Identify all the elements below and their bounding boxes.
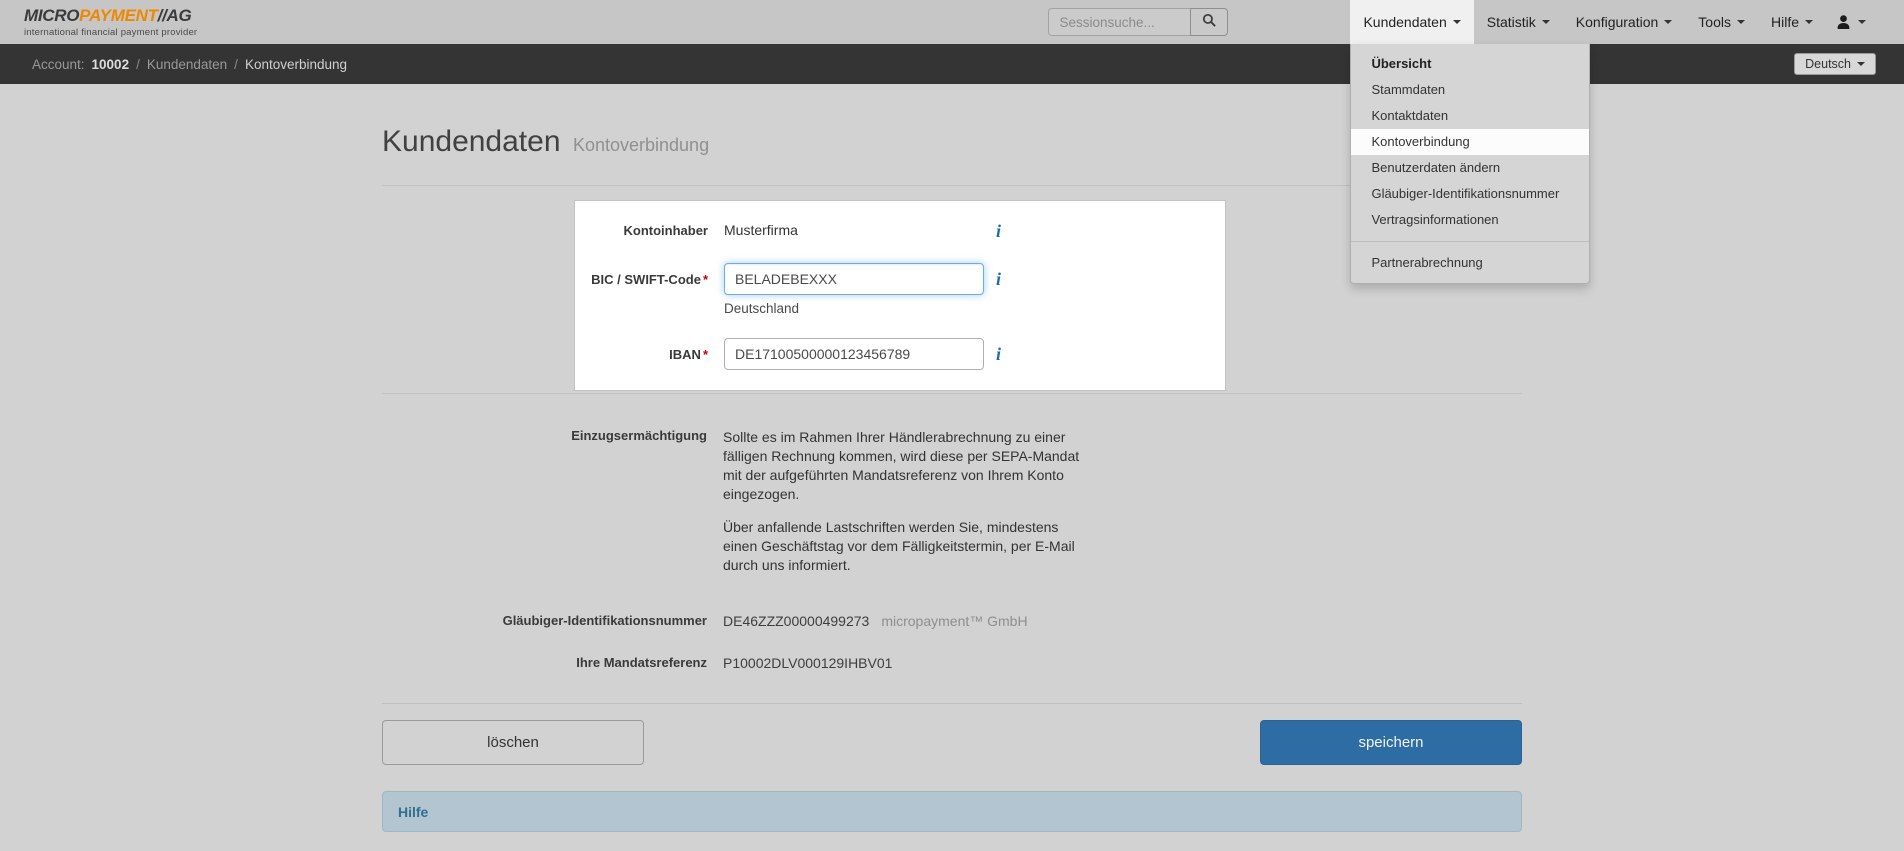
- mandatsreferenz-value: P10002DLV000129IHBV01: [723, 655, 892, 671]
- language-label: Deutsch: [1805, 57, 1851, 71]
- dropdown-item-uebersicht[interactable]: Übersicht: [1351, 51, 1589, 77]
- page-subtitle: Kontoverbindung: [573, 135, 709, 155]
- glaeubiger-id-value-group: DE46ZZZ00000499273 micropayment™ GmbH: [723, 613, 1028, 629]
- logo-part-payment: PAYMENT: [79, 6, 158, 25]
- dropdown-item-partnerabrechnung[interactable]: Partnerabrechnung: [1351, 250, 1589, 276]
- nav-item-label: Konfiguration: [1576, 14, 1659, 30]
- page-title: Kundendaten: [382, 125, 561, 158]
- logo-tagline: international financial payment provider: [24, 27, 197, 38]
- mandatsreferenz-row: Ihre Mandatsreferenz P10002DLV000129IHBV…: [382, 655, 1522, 671]
- chevron-down-icon: [1453, 20, 1461, 24]
- chevron-down-icon: [1542, 20, 1550, 24]
- chevron-down-icon: [1664, 20, 1672, 24]
- einzugsermaechtigung-label: Einzugsermächtigung: [382, 428, 707, 575]
- nav-item-tools[interactable]: Tools: [1685, 0, 1758, 44]
- dropdown-item-glaeubiger-id[interactable]: Gläubiger-Identifikationsnummer: [1351, 181, 1589, 207]
- kontoinhaber-control: Musterfirma i: [724, 221, 1001, 241]
- account-form-panel: Kontoinhaber Musterfirma i BIC / SWIFT-C…: [574, 200, 1226, 391]
- bic-control: Deutschland i: [724, 263, 1001, 316]
- mandatsreferenz-label: Ihre Mandatsreferenz: [382, 655, 707, 671]
- nav-item-hilfe[interactable]: Hilfe: [1758, 0, 1826, 44]
- search-icon: [1202, 13, 1217, 31]
- main-nav: Kundendaten Übersicht Stammdaten Kontakt…: [1350, 0, 1876, 44]
- bic-label-text: BIC / SWIFT-Code: [591, 272, 701, 287]
- nav-item-label: Statistik: [1487, 14, 1536, 30]
- einzugsermaechtigung-text: Sollte es im Rahmen Ihrer Händlerabrechn…: [723, 428, 1095, 575]
- bic-input[interactable]: [724, 263, 984, 295]
- breadcrumb-kundendaten[interactable]: Kundendaten: [147, 57, 227, 72]
- chevron-down-icon: [1858, 20, 1866, 24]
- help-panel[interactable]: Hilfe: [382, 791, 1522, 832]
- glaeubiger-id-company: micropayment™ GmbH: [881, 613, 1027, 629]
- nav-item-label: Tools: [1698, 14, 1731, 30]
- kontoinhaber-row: Kontoinhaber Musterfirma i: [575, 221, 1205, 241]
- language-selector[interactable]: Deutsch: [1794, 53, 1876, 75]
- einzugsermaechtigung-row: Einzugsermächtigung Sollte es im Rahmen …: [382, 428, 1522, 575]
- iban-label: IBAN*: [575, 338, 708, 370]
- kontoinhaber-value: Musterfirma: [724, 221, 984, 238]
- einzugsermaechtigung-paragraph-2: Über anfallende Lastschriften werden Sie…: [723, 518, 1095, 575]
- divider: [382, 393, 1522, 394]
- dropdown-item-benutzerdaten[interactable]: Benutzerdaten ändern: [1351, 155, 1589, 181]
- search-button[interactable]: [1190, 8, 1228, 36]
- bic-row: BIC / SWIFT-Code* Deutschland i: [575, 263, 1205, 316]
- bic-country-helper: Deutschland: [724, 301, 984, 316]
- glaeubiger-id-row: Gläubiger-Identifikationsnummer DE46ZZZ0…: [382, 613, 1522, 629]
- info-icon[interactable]: i: [996, 269, 1001, 289]
- iban-input[interactable]: [724, 338, 984, 370]
- info-icon[interactable]: i: [996, 221, 1001, 241]
- breadcrumb-separator: /: [136, 57, 140, 72]
- delete-button[interactable]: löschen: [382, 720, 644, 765]
- einzugsermaechtigung-paragraph-1: Sollte es im Rahmen Ihrer Händlerabrechn…: [723, 428, 1095, 504]
- form-actions: löschen speichern: [382, 720, 1522, 765]
- logo-part-ag: //AG: [158, 6, 192, 25]
- iban-control: i: [724, 338, 1001, 370]
- iban-label-text: IBAN: [669, 347, 701, 362]
- iban-row: IBAN* i: [575, 338, 1205, 370]
- breadcrumb-account-label: Account:: [32, 57, 85, 72]
- nav-item-statistik[interactable]: Statistik: [1474, 0, 1563, 44]
- info-icon[interactable]: i: [996, 344, 1001, 364]
- glaeubiger-id-label: Gläubiger-Identifikationsnummer: [382, 613, 707, 629]
- save-button[interactable]: speichern: [1260, 720, 1522, 765]
- dropdown-divider: [1351, 241, 1589, 242]
- nav-item-label: Hilfe: [1771, 14, 1799, 30]
- breadcrumb-account-number: 10002: [92, 57, 130, 72]
- logo-part-micro: MICRO: [24, 6, 79, 25]
- breadcrumb-bar: Account: 10002 / Kundendaten / Kontoverb…: [0, 44, 1904, 84]
- session-search: [1048, 8, 1228, 36]
- breadcrumb-separator: /: [234, 57, 238, 72]
- nav-item-kundendaten[interactable]: Kundendaten Übersicht Stammdaten Kontakt…: [1350, 0, 1473, 44]
- user-icon: [1836, 14, 1851, 30]
- search-input[interactable]: [1048, 8, 1190, 36]
- bic-label: BIC / SWIFT-Code*: [575, 263, 708, 316]
- glaeubiger-id-value: DE46ZZZ00000499273: [723, 613, 869, 629]
- help-panel-title: Hilfe: [398, 804, 428, 820]
- required-marker: *: [703, 272, 708, 287]
- dropdown-item-kontaktdaten[interactable]: Kontaktdaten: [1351, 103, 1589, 129]
- nav-item-label: Kundendaten: [1363, 14, 1446, 30]
- dropdown-item-vertragsinformationen[interactable]: Vertragsinformationen: [1351, 207, 1589, 233]
- user-menu[interactable]: [1826, 0, 1876, 44]
- top-navbar: MICROPAYMENT//AG international financial…: [0, 0, 1904, 44]
- logo[interactable]: MICROPAYMENT//AG international financial…: [24, 6, 197, 38]
- breadcrumb-kontoverbindung: Kontoverbindung: [245, 57, 347, 72]
- dropdown-item-stammdaten[interactable]: Stammdaten: [1351, 77, 1589, 103]
- kontoinhaber-label: Kontoinhaber: [575, 221, 708, 241]
- kundendaten-dropdown: Übersicht Stammdaten Kontaktdaten Kontov…: [1350, 44, 1590, 284]
- nav-item-konfiguration[interactable]: Konfiguration: [1563, 0, 1686, 44]
- dropdown-item-kontoverbindung[interactable]: Kontoverbindung: [1351, 129, 1589, 155]
- logo-wordmark: MICROPAYMENT//AG: [24, 6, 197, 26]
- required-marker: *: [703, 347, 708, 362]
- chevron-down-icon: [1805, 20, 1813, 24]
- chevron-down-icon: [1737, 20, 1745, 24]
- chevron-down-icon: [1857, 62, 1865, 66]
- divider: [382, 703, 1522, 704]
